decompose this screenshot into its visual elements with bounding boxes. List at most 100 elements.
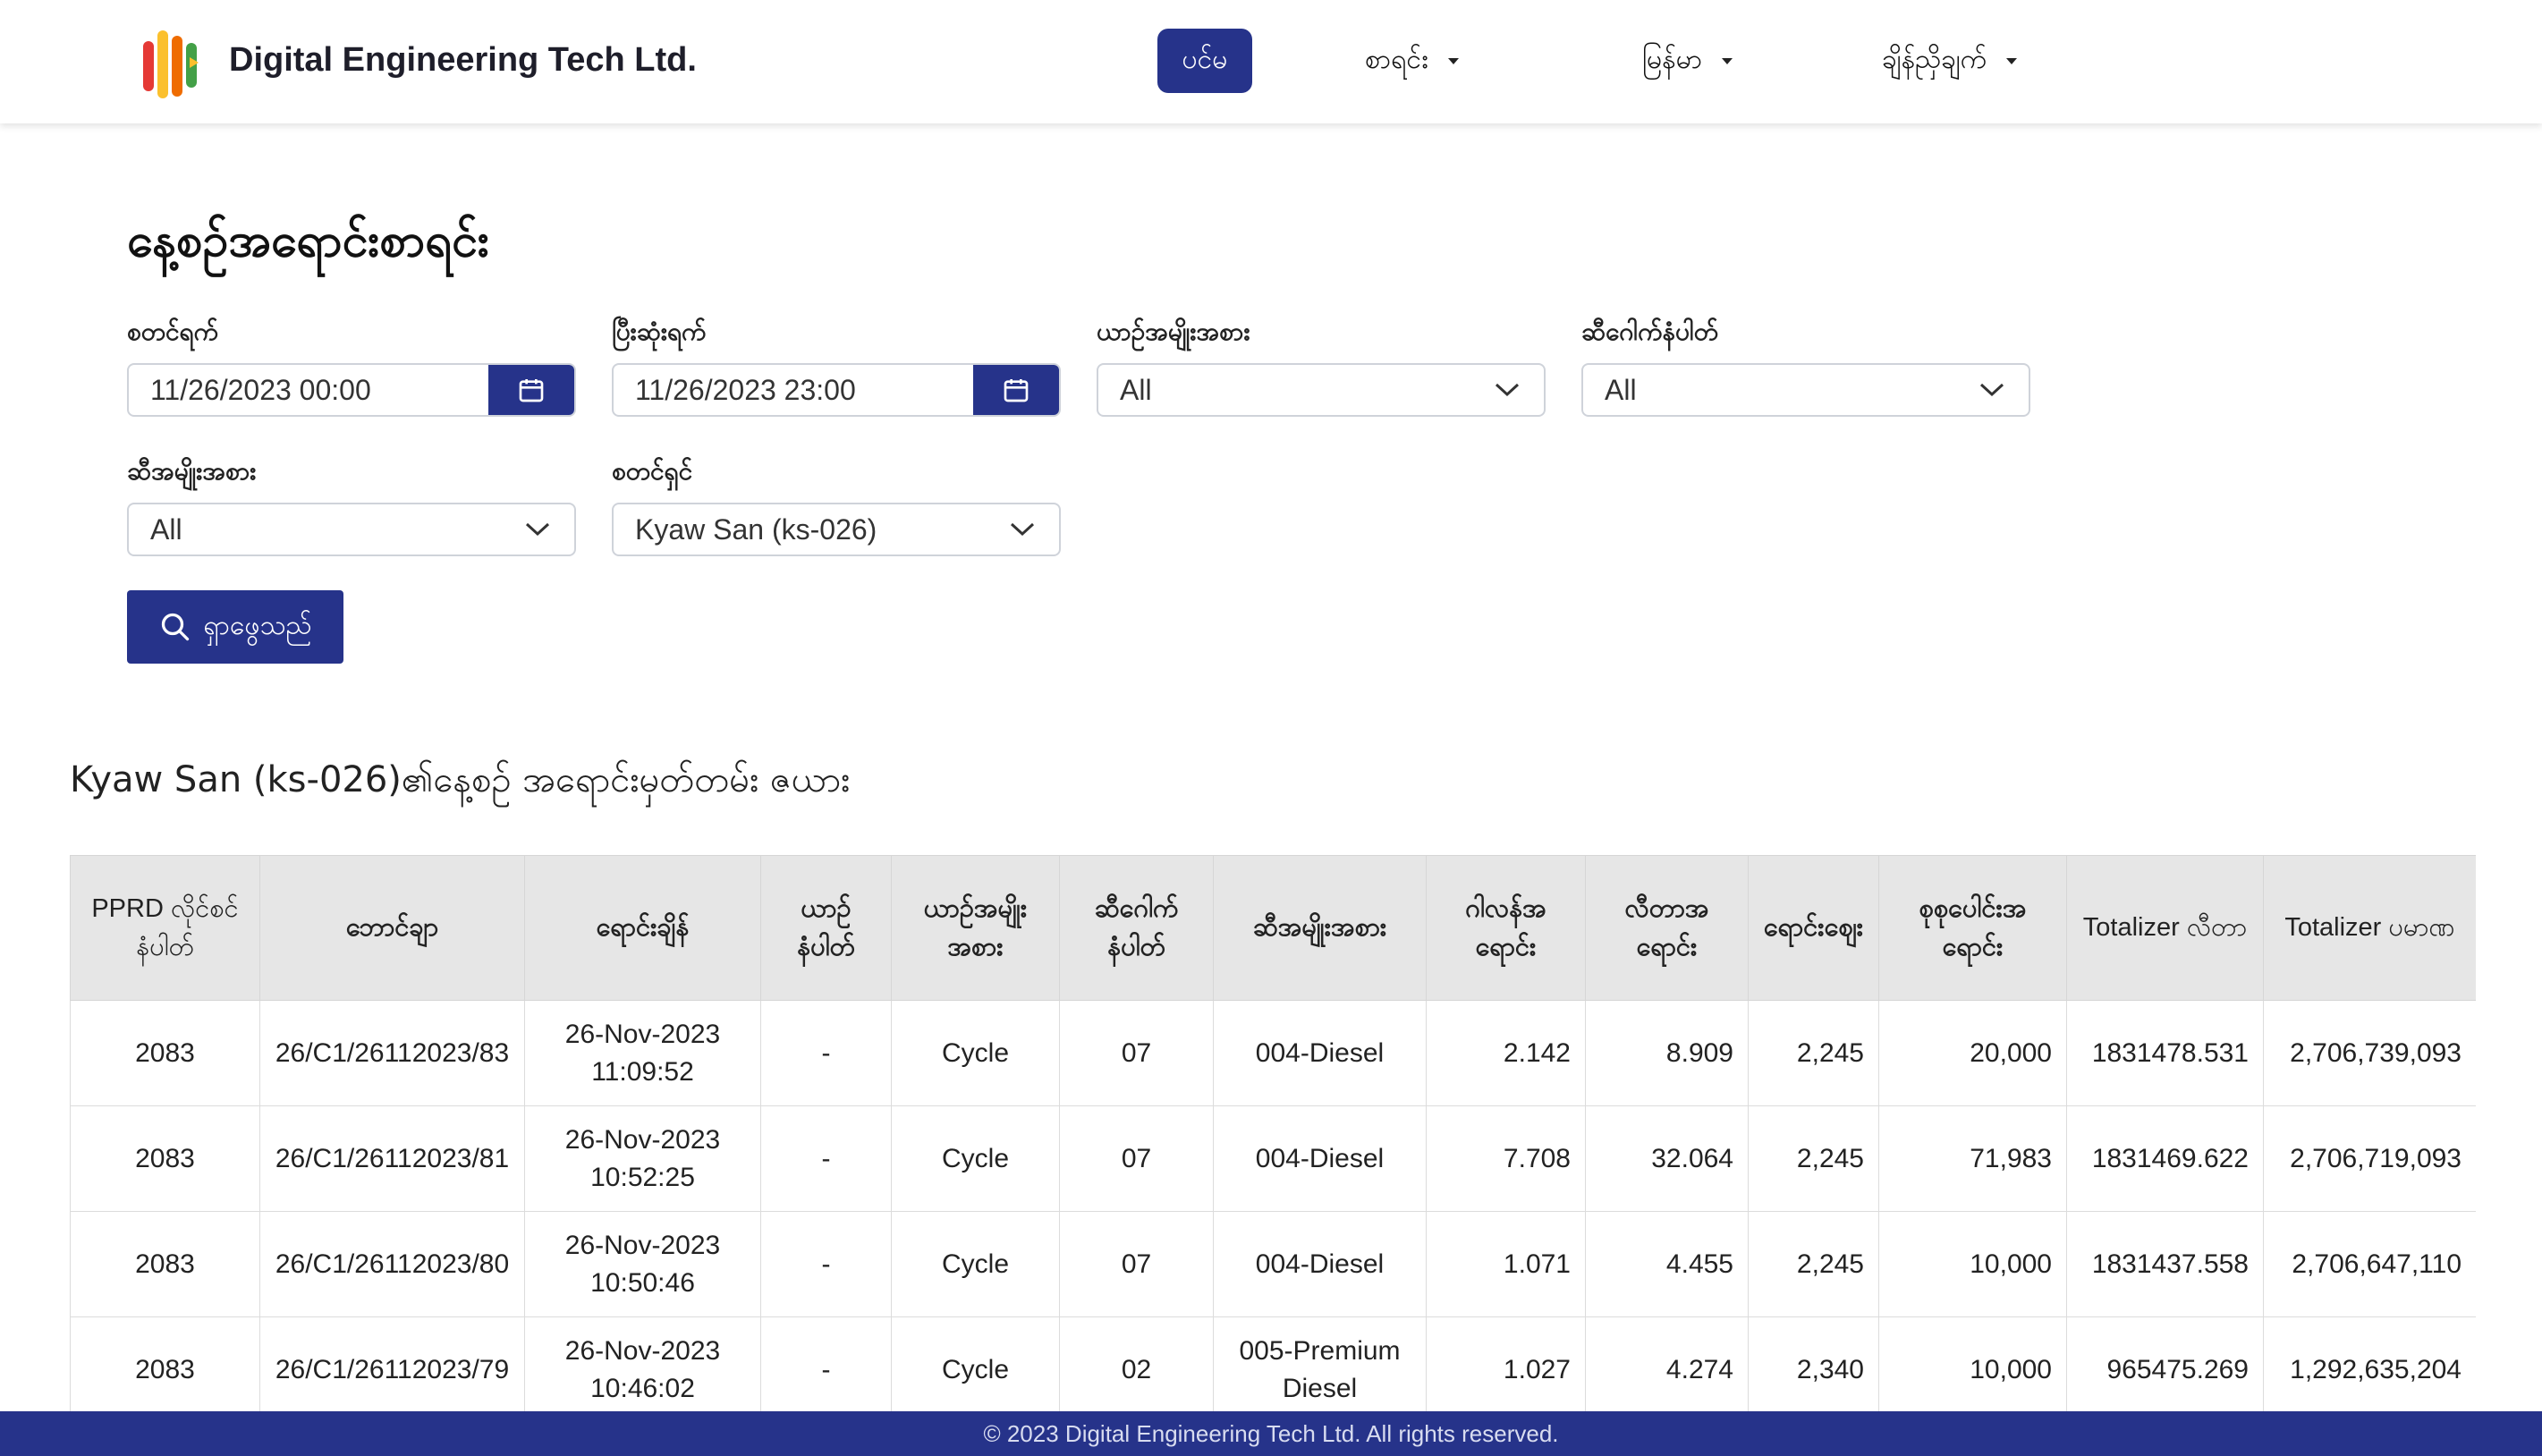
end-date-calendar-button[interactable] — [973, 365, 1059, 415]
table-cell: 2,340 — [1748, 1316, 1879, 1411]
top-navbar: Digital Engineering Tech Ltd. ပင်မ စာရင်… — [0, 0, 2542, 123]
table-cell: Cycle — [891, 1211, 1060, 1317]
table-cell: 1.071 — [1426, 1211, 1586, 1317]
start-date-calendar-button[interactable] — [488, 365, 574, 415]
table-cell: 2,245 — [1748, 1000, 1879, 1106]
column-header: ဆီဂေါက်နံပါတ် — [1059, 855, 1214, 1001]
table-cell: 26-Nov-2023 10:50:46 — [524, 1211, 761, 1317]
table-cell: 004-Diesel — [1213, 1000, 1427, 1106]
table-cell: 4.455 — [1585, 1211, 1749, 1317]
company-logo-icon[interactable] — [140, 27, 206, 102]
table-cell: 07 — [1059, 1000, 1214, 1106]
table-cell: 10,000 — [1878, 1211, 2067, 1317]
table-cell: 004-Diesel — [1213, 1211, 1427, 1317]
calendar-icon — [1004, 379, 1029, 402]
copyright-text: © 2023 Digital Engineering Tech Ltd. All… — [983, 1419, 1559, 1447]
nav-language-dropdown[interactable]: မြန်မာ — [1642, 29, 1733, 93]
nav-home[interactable]: ပင်မ — [1157, 29, 1252, 93]
table-cell: 7.708 — [1426, 1105, 1586, 1212]
table-cell: 26/C1/26112023/83 — [259, 1000, 525, 1106]
table-cell: 26-Nov-2023 10:46:02 — [524, 1316, 761, 1411]
nav-reports-label: စာရင်း — [1365, 43, 1428, 75]
table-cell: 965475.269 — [2066, 1316, 2264, 1411]
chevron-down-icon — [1979, 383, 2004, 397]
table-cell: Cycle — [891, 1105, 1060, 1212]
caret-down-icon — [1447, 57, 1459, 64]
fuel-type-label: ဆီအမျိုးအစား — [127, 456, 257, 486]
table-cell: 26/C1/26112023/79 — [259, 1316, 525, 1411]
column-header: ဘောင်ချာ — [259, 855, 525, 1001]
page-title: နေ့စဉ်အရောင်းစာရင်း — [127, 214, 490, 267]
chevron-down-icon — [1495, 383, 1520, 397]
vehicle-type-label: ယာဉ်အမျိုးအစား — [1097, 317, 1250, 346]
cashier-label: စတင်ရှင် — [612, 456, 693, 486]
table-cell: 2083 — [70, 1316, 260, 1411]
table-cell: 26-Nov-2023 11:09:52 — [524, 1000, 761, 1106]
table-cell: 26-Nov-2023 10:52:25 — [524, 1105, 761, 1212]
table-row[interactable]: 2083 26/C1/26112023/83 26-Nov-2023 11:09:5… — [70, 1000, 2476, 1106]
cashier-value: Kyaw San (ks-026) — [635, 512, 877, 546]
column-header: ယာဉ်နံပါတ် — [760, 855, 892, 1001]
table-cell: - — [760, 1000, 892, 1106]
table-cell: 2083 — [70, 1211, 260, 1317]
vehicle-type-select[interactable]: All — [1097, 363, 1546, 417]
column-header: ယာဉ်အမျိုးအစား — [891, 855, 1060, 1001]
table-cell: - — [760, 1105, 892, 1212]
table-cell: 2083 — [70, 1105, 260, 1212]
column-header: ရောင်းချိန် — [524, 855, 761, 1001]
table-cell: Cycle — [891, 1316, 1060, 1411]
end-date-input[interactable] — [614, 365, 973, 415]
column-header: Totalizer လီတာ — [2066, 855, 2264, 1001]
table-cell: 07 — [1059, 1105, 1214, 1212]
end-date-label: ပြီးဆုံးရက် — [612, 317, 707, 346]
table-cell: 02 — [1059, 1316, 1214, 1411]
column-header: လီတာအရောင်း — [1585, 855, 1749, 1001]
column-header: PPRD လိုင်စင်နံပါတ် — [70, 855, 260, 1001]
fuel-type-select[interactable]: All — [127, 503, 576, 556]
chevron-down-icon — [1010, 522, 1035, 537]
table-cell: - — [760, 1211, 892, 1317]
fuel-type-value: All — [150, 512, 182, 546]
start-date-input[interactable] — [129, 365, 488, 415]
table-cell: 4.274 — [1585, 1316, 1749, 1411]
table-cell: 2,706,719,093 — [2263, 1105, 2476, 1212]
table-cell: 2,245 — [1748, 1211, 1879, 1317]
table-section-title: Kyaw San (ks-026)၏နေ့စဉ် အရောင်းမှတ်တမ်း… — [70, 759, 851, 800]
table-cell: Cycle — [891, 1000, 1060, 1106]
start-date-label: စတင်ရက် — [127, 317, 219, 346]
nozzle-no-label: ဆီဂေါက်နံပါတ် — [1581, 317, 1719, 346]
sales-table-container[interactable]: PPRD လိုင်စင်နံပါတ် ဘောင်ချာ ရောင်းချိန် ယာ… — [70, 855, 2476, 1411]
cashier-select[interactable]: Kyaw San (ks-026) — [612, 503, 1061, 556]
table-cell: 07 — [1059, 1211, 1214, 1317]
footer: © 2023 Digital Engineering Tech Ltd. All… — [0, 1411, 2542, 1456]
table-cell: 2,706,739,093 — [2263, 1000, 2476, 1106]
table-cell: 1831469.622 — [2066, 1105, 2264, 1212]
search-button[interactable]: ရှာဖွေသည် — [127, 590, 343, 664]
sales-table: PPRD လိုင်စင်နံပါတ် ဘောင်ချာ ရောင်းချိန် ယာ… — [70, 855, 2476, 1411]
brand-name[interactable]: Digital Engineering Tech Ltd. — [229, 41, 697, 80]
table-cell: 20,000 — [1878, 1000, 2067, 1106]
table-cell: 10,000 — [1878, 1316, 2067, 1411]
table-cell: 8.909 — [1585, 1000, 1749, 1106]
column-header: Totalizer ပမာဏ — [2263, 855, 2476, 1001]
table-row[interactable]: 2083 26/C1/26112023/80 26-Nov-2023 10:50:4… — [70, 1211, 2476, 1317]
column-header: ရောင်းဈေး — [1748, 855, 1879, 1001]
nav-reports-dropdown[interactable]: စာရင်း — [1365, 29, 1459, 93]
table-cell: 1831437.558 — [2066, 1211, 2264, 1317]
search-icon — [161, 613, 189, 641]
column-header: ဂါလန်အရောင်း — [1426, 855, 1586, 1001]
table-cell: 2,706,647,110 — [2263, 1211, 2476, 1317]
nozzle-no-value: All — [1605, 373, 1637, 406]
caret-down-icon — [2006, 57, 2018, 64]
table-cell: 1831478.531 — [2066, 1000, 2264, 1106]
table-cell: 2,245 — [1748, 1105, 1879, 1212]
nav-settings-dropdown[interactable]: ချိန်ညှိချက် — [1882, 29, 2018, 93]
start-date-field — [127, 363, 576, 417]
end-date-field — [612, 363, 1061, 417]
table-row[interactable]: 2083 26/C1/26112023/79 26-Nov-2023 10:46:0… — [70, 1316, 2476, 1411]
nozzle-no-select[interactable]: All — [1581, 363, 2030, 417]
nav-language-label: မြန်မာ — [1642, 43, 1703, 75]
table-cell: 1.027 — [1426, 1316, 1586, 1411]
table-row[interactable]: 2083 26/C1/26112023/81 26-Nov-2023 10:52:2… — [70, 1105, 2476, 1212]
table-cell: 32.064 — [1585, 1105, 1749, 1212]
